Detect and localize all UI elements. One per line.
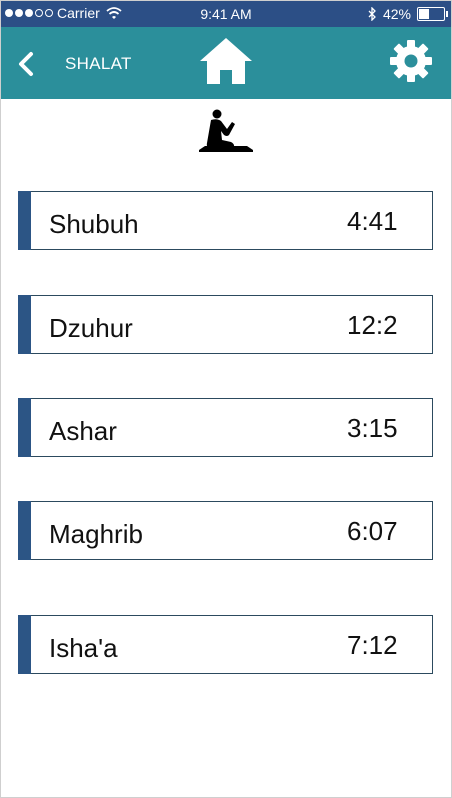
prayer-time: 4:41 — [347, 206, 398, 236]
prayer-row-dzuhur[interactable]: Dzuhur 12:2 — [18, 295, 433, 354]
row-accent-bar — [18, 398, 31, 457]
row-accent-bar — [18, 501, 31, 560]
battery-tip — [446, 11, 448, 17]
prayer-row-maghrib[interactable]: Maghrib 6:07 — [18, 501, 433, 560]
praying-person-icon — [199, 109, 253, 152]
prayer-time: 12:2 — [347, 310, 398, 340]
back-chevron-icon[interactable] — [15, 51, 37, 77]
prayer-name: Isha'a — [49, 633, 118, 663]
prayer-row-ashar[interactable]: Ashar 3:15 — [18, 398, 433, 457]
page-title: SHALAT — [65, 54, 132, 73]
prayer-time: 3:15 — [347, 413, 398, 443]
prayer-name: Dzuhur — [49, 313, 133, 343]
prayer-row-ishaa[interactable]: Isha'a 7:12 — [18, 615, 433, 674]
row-accent-bar — [18, 191, 31, 250]
home-icon[interactable] — [199, 37, 253, 85]
prayer-time: 6:07 — [347, 516, 398, 546]
prayer-time: 7:12 — [347, 630, 398, 660]
status-bar: Carrier 9:41 AM 42% — [1, 1, 451, 27]
battery-percent: 42% — [382, 6, 411, 22]
gear-icon[interactable] — [389, 39, 433, 83]
battery-icon — [417, 7, 448, 21]
app-screen: Carrier 9:41 AM 42% SHALAT Shubuh 4:41 D… — [0, 0, 452, 798]
prayer-name: Ashar — [49, 416, 117, 446]
battery-level — [419, 9, 429, 19]
row-accent-bar — [18, 615, 31, 674]
status-right: 42% — [367, 6, 448, 22]
prayer-name: Maghrib — [49, 519, 143, 549]
prayer-name: Shubuh — [49, 209, 139, 239]
row-accent-bar — [18, 295, 31, 354]
nav-bar: SHALAT — [1, 27, 451, 99]
bluetooth-icon — [368, 7, 376, 21]
prayer-row-shubuh[interactable]: Shubuh 4:41 — [18, 191, 433, 250]
